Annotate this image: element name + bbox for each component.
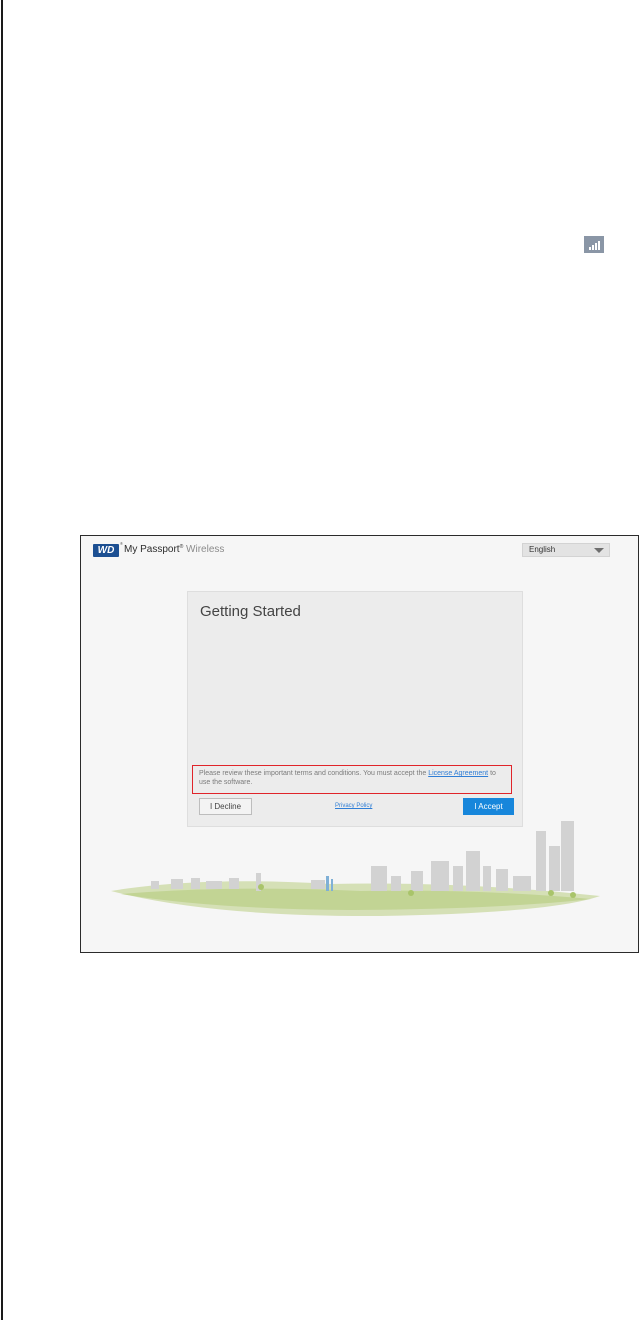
terms-notice: Please review these important terms and … <box>192 765 512 794</box>
decline-button[interactable]: I Decline <box>199 798 252 815</box>
wd-logo-reg-mark: ® <box>120 541 123 546</box>
privacy-policy-link[interactable]: Privacy Policy <box>335 803 372 809</box>
chevron-down-icon <box>594 548 604 553</box>
page-left-rule <box>1 0 3 1320</box>
accept-button[interactable]: I Accept <box>463 798 514 815</box>
city-skyline-illustration <box>111 821 600 917</box>
signal-strength-icon <box>584 236 604 253</box>
setup-screenshot: WD ® My Passport® Wireless English Getti… <box>80 535 639 953</box>
terms-text-before: Please review these important terms and … <box>199 770 429 777</box>
dialog-title: Getting Started <box>200 603 301 620</box>
language-select-value: English <box>529 545 556 554</box>
product-reg-mark: ® <box>179 544 184 550</box>
product-name-suffix: Wireless <box>186 544 225 555</box>
language-select[interactable]: English <box>522 543 610 557</box>
product-name-main: My Passport <box>124 544 180 555</box>
getting-started-dialog: Getting Started Please review these impo… <box>187 591 523 827</box>
wd-logo: WD <box>93 544 119 557</box>
license-agreement-link[interactable]: License Agreement <box>428 770 488 777</box>
product-name: My Passport® Wireless <box>124 544 224 555</box>
app-header: WD ® My Passport® Wireless English <box>81 536 638 566</box>
